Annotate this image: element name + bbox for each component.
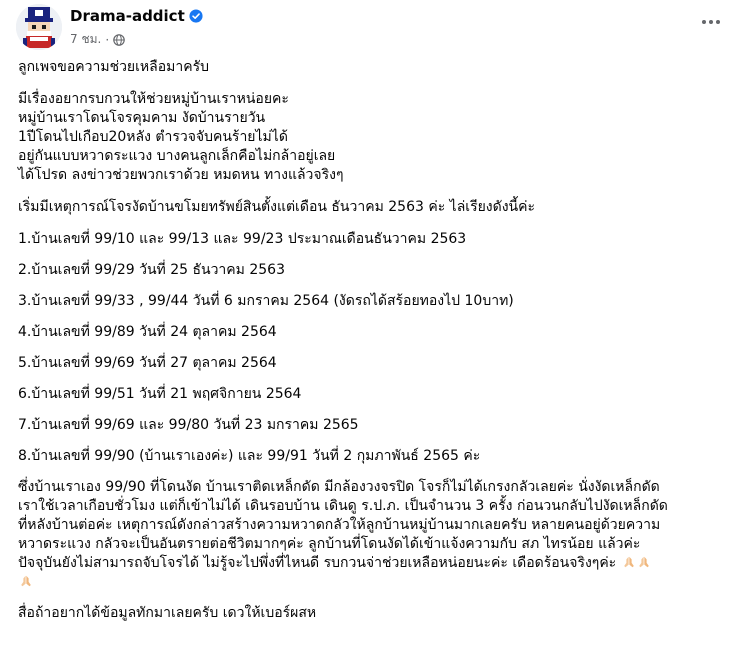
incident-item: 5.บ้านเลขที่ 99/69 วันที่ 27 ตุลาคม 2564	[18, 355, 277, 371]
incident-item: 7.บ้านเลขที่ 99/69 และ 99/80 วันที่ 23 ม…	[18, 417, 359, 433]
detail-line-last: ปัจจุบันยังไม่สามารถจับโจรได้ ไม่รู้จะไป…	[18, 554, 730, 573]
request-line: มีเรื่องอยากรบกวนให้ช่วยหมู่บ้านเราหน่อย…	[18, 91, 289, 107]
post-body: ลูกเพจขอความช่วยเหลือมาครับ มีเรื่องอยาก…	[18, 58, 730, 636]
post-header: Drama-addict 7 ชม. ·	[0, 0, 744, 56]
globe-icon[interactable]	[113, 33, 125, 46]
author-name-text[interactable]: Drama-addict	[70, 7, 185, 25]
more-options-button[interactable]	[696, 12, 726, 32]
post-meta: 7 ชม. ·	[70, 30, 125, 49]
incident-summary: เริ่มมีเหตุการณ์โจรงัดบ้านขโมยทรัพย์สินต…	[18, 199, 536, 215]
more-options-icon	[702, 20, 706, 24]
folded-hands-emoji-icon	[21, 575, 31, 587]
detail-line: ที่หลังบ้านต่อค่ะ เหตุการณ์ดังกล่าวสร้าง…	[18, 517, 661, 533]
author-name[interactable]: Drama-addict	[70, 7, 203, 25]
post-intro: ลูกเพจขอความช่วยเหลือมาครับ	[18, 59, 209, 75]
post-timestamp[interactable]: 7 ชม.	[70, 30, 101, 49]
detail-line: ซึ่งบ้านเราเอง 99/90 ที่โดนงัด บ้านเราติ…	[18, 479, 660, 495]
folded-hands-emoji-icon	[623, 556, 634, 568]
post-details-paragraph: ซึ่งบ้านเราเอง 99/90 ที่โดนงัด บ้านเราติ…	[18, 478, 730, 592]
incident-item: 1.บ้านเลขที่ 99/10 และ 99/13 และ 99/23 ป…	[18, 231, 467, 247]
incident-item: 6.บ้านเลขที่ 99/51 วันที่ 21 พฤศจิกายน 2…	[18, 386, 302, 402]
request-line: 1ปีโดนไปเกือบ20หลัง ตำรวจจับคนร้ายไม่ได้	[18, 129, 288, 145]
incident-item: 4.บ้านเลขที่ 99/89 วันที่ 24 ตุลาคม 2564	[18, 324, 277, 340]
avatar-cartoon-icon	[16, 4, 62, 50]
meta-separator: ·	[105, 32, 110, 47]
post-contact-note: สื่อถ้าอยากได้ข้อมูลทักมาเลยครับ เดวให้เ…	[18, 605, 317, 621]
detail-line-emoji	[18, 573, 730, 592]
detail-line-text: ปัจจุบันยังไม่สามารถจับโจรได้ ไม่รู้จะไป…	[18, 555, 617, 571]
author-avatar[interactable]	[16, 4, 62, 50]
detail-line: เราใช้เวลาเกือบชั่วโมง แต่ก็เข้าไม่ได้ เ…	[18, 498, 668, 514]
request-line: ได้โปรด ลงข่าวช่วยพวกเราด้วย หมดหน ทางแล…	[18, 167, 344, 183]
incident-item: 2.บ้านเลขที่ 99/29 วันที่ 25 ธันวาคม 256…	[18, 262, 285, 278]
request-line: อยู่กันแบบหวาดระแวง บางคนลูกเล็กคือไม่กล…	[18, 148, 336, 164]
incident-item: 3.บ้านเลขที่ 99/33 , 99/44 วันที่ 6 มกรา…	[18, 293, 514, 309]
verified-badge-icon	[189, 9, 203, 23]
detail-line: หวาดระแวง กลัวจะเป็นอันตรายต่อชีวิตมากๆค…	[18, 536, 641, 552]
request-line: หมู่บ้านเราโดนโจรคุมคาม งัดบ้านรายวัน	[18, 110, 266, 126]
facebook-post: Drama-addict 7 ชม. · ลูกเพจขอความช่วยเหล…	[0, 0, 744, 650]
incident-item: 8.บ้านเลขที่ 99/90 (บ้านเราเองค่ะ) และ 9…	[18, 448, 481, 464]
post-request-paragraph: มีเรื่องอยากรบกวนให้ช่วยหมู่บ้านเราหน่อย…	[18, 90, 730, 185]
folded-hands-emoji-icon	[638, 556, 649, 568]
